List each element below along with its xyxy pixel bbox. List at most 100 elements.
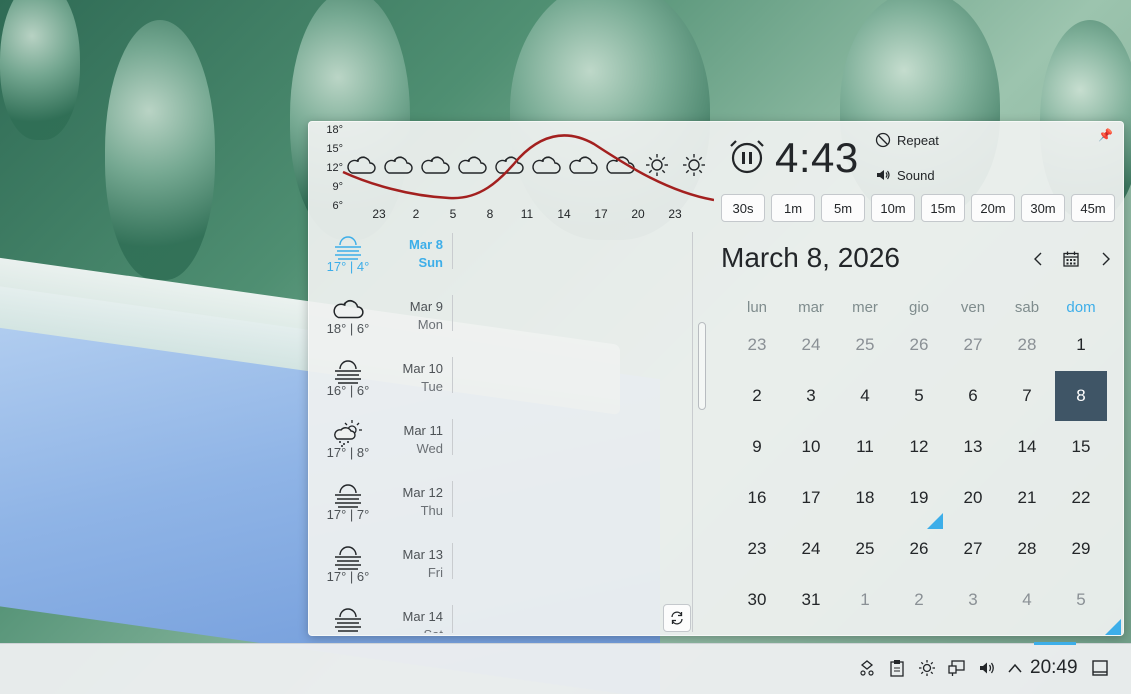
separator — [452, 605, 453, 633]
speaker-icon — [877, 170, 890, 180]
preset-button[interactable]: 15m — [921, 194, 965, 222]
day-date: Mar 12 — [402, 485, 443, 500]
day-number: 3 — [968, 590, 978, 609]
day-number: 28 — [1017, 335, 1037, 354]
calendar-day[interactable]: 1 — [1055, 320, 1107, 370]
calendar-day[interactable]: 17 — [785, 473, 837, 523]
calendar-day[interactable]: 12 — [893, 422, 945, 472]
calendar-day[interactable]: 14 — [1001, 422, 1053, 472]
calendar-day[interactable]: 9 — [731, 422, 783, 472]
calendar-day[interactable]: 22 — [1055, 473, 1107, 523]
fog-icon — [331, 357, 365, 385]
calendar-day[interactable]: 25 — [839, 320, 891, 370]
day-date: Mar 13 — [402, 547, 443, 562]
calendar-day[interactable]: 5 — [893, 371, 945, 421]
calendar-day[interactable]: 31 — [785, 575, 837, 625]
preset-button[interactable]: 1m — [771, 194, 815, 222]
taskbar-clock[interactable]: 20:49 — [1030, 657, 1078, 679]
calendar-icon — [1063, 251, 1079, 267]
previous-month-button[interactable] — [1027, 248, 1049, 270]
hour-label: 23 — [668, 207, 682, 221]
show-desktop-icon[interactable] — [1090, 658, 1110, 678]
day-number: 27 — [963, 335, 983, 354]
volume-icon[interactable] — [977, 658, 997, 678]
refresh-button[interactable] — [663, 604, 691, 632]
calendar-day[interactable]: 25 — [839, 524, 891, 574]
calendar-day[interactable]: 23 — [731, 320, 783, 370]
calendar-day[interactable]: 3 — [947, 575, 999, 625]
preset-button[interactable]: 30s — [721, 194, 765, 222]
calendar-day[interactable]: 29 — [1055, 524, 1107, 574]
calendar-day[interactable]: 21 — [1001, 473, 1053, 523]
timer-pause-icon[interactable] — [729, 136, 765, 176]
preset-button[interactable]: 45m — [1071, 194, 1115, 222]
calendar-day[interactable]: 2 — [893, 575, 945, 625]
cloudy-icon — [331, 295, 365, 323]
next-month-button[interactable] — [1095, 248, 1117, 270]
preset-button[interactable]: 10m — [871, 194, 915, 222]
calendar-day[interactable]: 26 — [893, 524, 945, 574]
calendar-day[interactable]: 8 — [1055, 371, 1107, 421]
separator — [452, 419, 453, 455]
calendar-day[interactable]: 18 — [839, 473, 891, 523]
calendar-day[interactable]: 2 — [731, 371, 783, 421]
calendar-day[interactable]: 26 — [893, 320, 945, 370]
calendar-day[interactable]: 16 — [731, 473, 783, 523]
preset-button[interactable]: 30m — [1021, 194, 1065, 222]
sound-label: Sound — [897, 167, 935, 183]
divider — [692, 232, 693, 632]
calendar-day[interactable]: 27 — [947, 524, 999, 574]
day-number: 12 — [909, 437, 929, 456]
calendar-day[interactable]: 11 — [839, 422, 891, 472]
forecast-day: Mar 14 Sat — [309, 599, 459, 633]
forecast-day: 17° | 6° Mar 13 Fri — [309, 537, 459, 599]
calendar-day[interactable]: 1 — [839, 575, 891, 625]
calendar-day[interactable]: 24 — [785, 524, 837, 574]
calendar-day[interactable]: 19 — [893, 473, 945, 529]
repeat-toggle[interactable]: Repeat — [875, 132, 939, 148]
daily-scrollbar[interactable] — [698, 322, 706, 410]
day-number: 27 — [963, 539, 983, 558]
calendar-day[interactable]: 3 — [785, 371, 837, 421]
separator — [452, 295, 453, 331]
calendar-day[interactable]: 15 — [1055, 422, 1107, 472]
calendar-day[interactable]: 7 — [1001, 371, 1053, 421]
preset-button[interactable]: 20m — [971, 194, 1015, 222]
clipboard-icon[interactable] — [887, 658, 907, 678]
day-weekday: Fri — [427, 565, 443, 580]
preset-button[interactable]: 5m — [821, 194, 865, 222]
weekday-header: ven — [960, 299, 986, 316]
calendar-day[interactable]: 10 — [785, 422, 837, 472]
calendar-day[interactable]: 20 — [947, 473, 999, 523]
pin-icon[interactable]: 📌 — [1098, 128, 1113, 142]
forecast-day: 18° | 6° Mar 9 Mon — [309, 289, 459, 351]
calendar-day[interactable]: 13 — [947, 422, 999, 472]
day-number: 29 — [1071, 539, 1091, 558]
kde-connect-icon[interactable] — [857, 658, 877, 678]
day-weekday: Tue — [421, 379, 443, 394]
day-number: 6 — [968, 386, 978, 405]
day-number: 31 — [801, 590, 821, 609]
calendar-day[interactable]: 4 — [1001, 575, 1053, 625]
calendar-day[interactable]: 6 — [947, 371, 999, 421]
calendar-day[interactable]: 28 — [1001, 524, 1053, 574]
calendar-day[interactable]: 4 — [839, 371, 891, 421]
weekday-header: lun — [746, 299, 768, 316]
calendar-day[interactable]: 24 — [785, 320, 837, 370]
calendar-day[interactable]: 28 — [1001, 320, 1053, 370]
day-number: 20 — [963, 488, 983, 507]
today-button[interactable] — [1060, 248, 1082, 270]
chevron-up-icon[interactable] — [1005, 658, 1025, 678]
day-weekday: Mon — [417, 317, 443, 332]
brightness-icon[interactable] — [917, 658, 937, 678]
calendar-day[interactable]: 30 — [731, 575, 783, 625]
calendar-day[interactable]: 5 — [1055, 575, 1121, 635]
chevron-right-icon — [1102, 252, 1110, 266]
day-number: 7 — [1022, 386, 1032, 405]
calendar-day[interactable]: 27 — [947, 320, 999, 370]
day-number: 21 — [1017, 488, 1037, 507]
calendar-day[interactable]: 23 — [731, 524, 783, 574]
sound-toggle[interactable]: Sound — [875, 167, 935, 183]
day-temps: 17° | 4° — [326, 259, 370, 274]
network-icon[interactable] — [947, 658, 967, 678]
